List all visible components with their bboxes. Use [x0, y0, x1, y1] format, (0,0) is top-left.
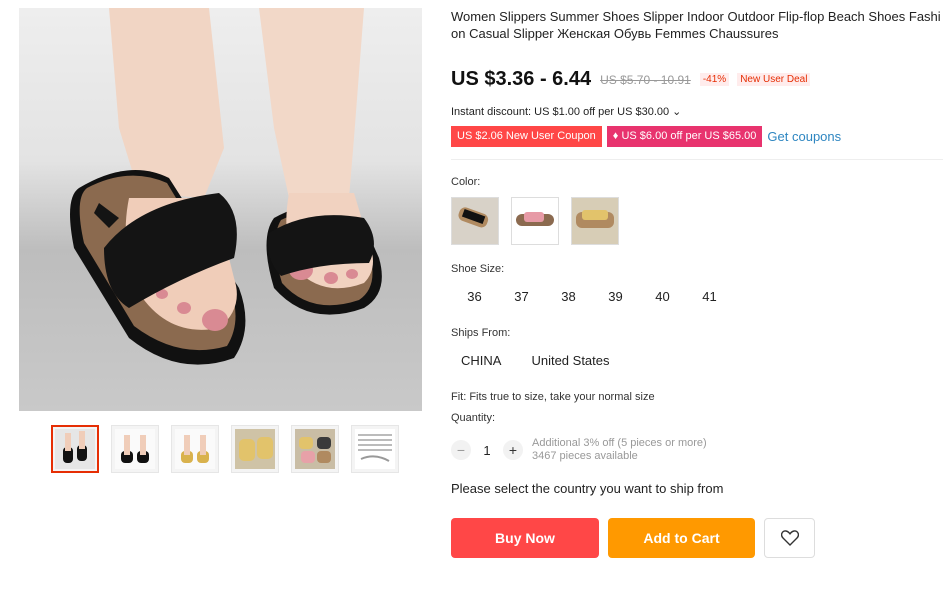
fit-info: Fit: Fits true to size, take your normal…: [451, 391, 655, 403]
color-swatch: [572, 198, 618, 244]
thumbnail-strip: [51, 425, 399, 473]
thumbnail-4[interactable]: [231, 425, 279, 473]
ship-country-message: Please select the country you want to sh…: [451, 481, 724, 496]
product-title-line2: on Casual Slipper Женская Обувь Femmes C…: [451, 26, 779, 41]
thumb-image: [175, 429, 215, 469]
get-coupons-link[interactable]: Get coupons: [767, 129, 841, 144]
ships-from-label: Ships From:: [451, 327, 511, 339]
thumbnail-2[interactable]: [111, 425, 159, 473]
size-options: 36 37 38 39 40 41: [451, 286, 733, 308]
slippers-photo: [70, 8, 382, 365]
size-option-40[interactable]: 40: [639, 286, 686, 308]
wishlist-button[interactable]: [764, 518, 815, 558]
thumb-image: [115, 429, 155, 469]
color-label: Color:: [451, 176, 481, 188]
discount-badge: -41%: [699, 73, 730, 86]
product-title-line1: Women Slippers Summer Shoes Slipper Indo…: [451, 9, 941, 24]
store-coupon[interactable]: ♦ US $6.00 off per US $65.00: [606, 126, 763, 147]
quantity-note: Additional 3% off (5 pieces or more) 346…: [532, 437, 707, 463]
thumb-image: [295, 429, 335, 469]
color-swatch: [452, 198, 498, 244]
new-user-deal-badge: New User Deal: [737, 73, 811, 86]
buy-now-button[interactable]: Buy Now: [451, 518, 599, 558]
stock-note: 3467 pieces available: [532, 450, 638, 462]
color-options: [451, 197, 619, 245]
add-to-cart-button[interactable]: Add to Cart: [608, 518, 755, 558]
color-option-pink[interactable]: [511, 197, 559, 245]
shoe-size-label: Shoe Size:: [451, 263, 505, 275]
price-row: US $3.36 - 6.44 US $5.70 - 10.91 -41% Ne…: [451, 68, 811, 91]
size-chart-thumb: [355, 429, 395, 469]
instant-discount[interactable]: Instant discount: US $1.00 off per US $3…: [451, 105, 681, 118]
current-price: US $3.36 - 6.44: [451, 68, 592, 90]
size-option-39[interactable]: 39: [592, 286, 639, 308]
color-option-yellow[interactable]: [571, 197, 619, 245]
bulk-discount-note: Additional 3% off (5 pieces or more): [532, 437, 707, 449]
heart-icon: [780, 530, 799, 546]
ship-option-united-states[interactable]: United States: [521, 350, 619, 372]
thumbnail-3[interactable]: [171, 425, 219, 473]
color-option-black[interactable]: [451, 197, 499, 245]
thumb-image: [55, 429, 95, 469]
thumbnail-5[interactable]: [291, 425, 339, 473]
quantity-increase-button[interactable]: +: [503, 440, 523, 460]
thumbnail-6[interactable]: [351, 425, 399, 473]
thumb-image: [235, 429, 275, 469]
coupon-row: US $2.06 New User Coupon ♦ US $6.00 off …: [451, 126, 841, 147]
quantity-stepper: − 1 + Additional 3% off (5 pieces or mor…: [451, 437, 707, 463]
original-price: US $5.70 - 10.91: [600, 72, 691, 87]
thumbnail-1[interactable]: [51, 425, 99, 473]
action-buttons: Buy Now Add to Cart: [451, 518, 815, 558]
color-swatch: [512, 198, 558, 244]
quantity-value[interactable]: 1: [471, 443, 503, 458]
product-title: Women Slippers Summer Shoes Slipper Indo…: [451, 8, 943, 42]
size-option-37[interactable]: 37: [498, 286, 545, 308]
size-option-41[interactable]: 41: [686, 286, 733, 308]
product-main-image: [19, 8, 422, 411]
size-option-36[interactable]: 36: [451, 286, 498, 308]
ships-from-options: CHINA United States: [451, 350, 620, 372]
new-user-coupon[interactable]: US $2.06 New User Coupon: [451, 126, 602, 147]
ship-option-china[interactable]: CHINA: [451, 350, 511, 372]
quantity-decrease-button[interactable]: −: [451, 440, 471, 460]
quantity-label: Quantity:: [451, 412, 496, 424]
size-option-38[interactable]: 38: [545, 286, 592, 308]
divider: [451, 159, 943, 160]
